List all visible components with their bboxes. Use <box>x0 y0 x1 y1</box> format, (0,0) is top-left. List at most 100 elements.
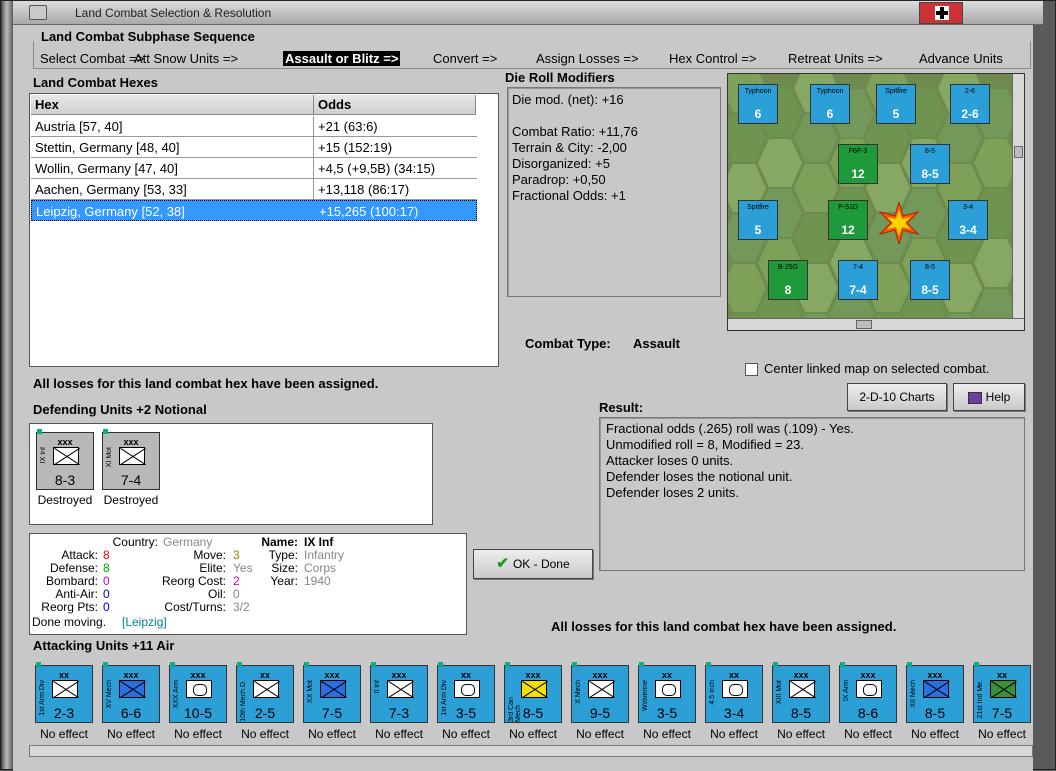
map-horizontal-scrollbar[interactable] <box>728 318 1024 330</box>
die-roll-box: Die mod. (net): +16 Combat Ratio: +11,76 T… <box>507 87 721 297</box>
unit-status-dot <box>37 429 42 434</box>
unit-size: xx <box>661 670 672 680</box>
map-hex[interactable] <box>758 139 802 187</box>
system-menu-button[interactable] <box>29 5 47 20</box>
map-unit-counter[interactable]: 8-5 8-5 <box>910 260 950 300</box>
attacking-scrollbar[interactable] <box>29 745 1033 757</box>
unit-type-symbol-icon <box>387 680 413 698</box>
hex-name-cell: Aachen, Germany [53, 33] <box>35 182 187 197</box>
help-button-label: Help <box>985 390 1011 404</box>
ok-done-label: OK - Done <box>512 557 570 571</box>
unit-status: No effect <box>911 727 959 741</box>
column-header-hex[interactable]: Hex <box>31 95 314 115</box>
unit-counter[interactable]: xx Wolverine 3-5 <box>638 662 696 723</box>
linked-map[interactable]: 6 Typhoon 6 Typhoon 5 Spitfire 2-6 2-6 12 F6F-3 8-… <box>727 73 1025 331</box>
unit-side-name: IX Inf <box>40 447 47 464</box>
map-horizontal-thumb[interactable] <box>856 320 872 329</box>
map-vertical-thumb[interactable] <box>1014 146 1023 158</box>
center-map-label: Center linked map on selected combat. <box>764 361 990 376</box>
unit-strength: 2-5 <box>254 705 276 721</box>
unit-counter[interactable]: xxx XX Mot 7-5 <box>303 662 361 723</box>
unit-strength: 9-5 <box>589 705 611 721</box>
map-unit-value: 8-5 <box>921 167 939 181</box>
unit-status-dot <box>572 662 577 667</box>
unit-counter[interactable]: xx 1st Arm Div 2-3 <box>35 662 93 723</box>
unit-size: xxx <box>860 670 876 680</box>
map-unit-counter[interactable]: 6 Typhoon <box>810 84 850 124</box>
map-unit-counter[interactable]: 6 Typhoon <box>738 84 778 124</box>
map-unit-counter[interactable]: 12 F6F-3 <box>838 144 878 184</box>
unit-strength: 8-5 <box>522 705 544 721</box>
unit-counter[interactable]: xx 4.5 inch 3-4 <box>705 662 763 723</box>
country-label: Country: <box>112 535 158 549</box>
hex-row[interactable]: Wollin, Germany [47, 40] +4,5 (+9,5B) (34… <box>31 158 477 179</box>
center-map-checkbox[interactable] <box>745 363 758 376</box>
map-unit-counter[interactable]: 7-4 7-4 <box>838 260 878 300</box>
subphase-step: Att Snow Units => <box>134 51 239 66</box>
done-label: Done moving. <box>32 615 107 629</box>
unit-type-symbol-icon <box>521 680 547 698</box>
map-unit-counter[interactable]: 8 B-25G <box>768 260 808 300</box>
unit-counter[interactable]: xxx X Mech 9-5 <box>571 662 629 723</box>
unit-counter[interactable]: xx 21st Ind Me. 7-5 <box>973 662 1031 723</box>
hex-row[interactable]: Leipzig, Germany [52, 38] +15,265 (100:17… <box>31 200 477 221</box>
unit-counter[interactable]: xx 1st Arm Div 3-5 <box>437 662 495 723</box>
hex-row[interactable]: Stettin, Germany [48, 40] +15 (152:19) <box>31 137 477 158</box>
unit-status-dot <box>639 662 644 667</box>
unit-type-symbol-icon <box>588 680 614 698</box>
hex-row[interactable]: Austria [57, 40] +21 (63:6) <box>31 116 477 137</box>
unit-counter[interactable]: xxx 3rd Can Mech 8-5 <box>504 662 562 723</box>
die-roll-line: Fractional Odds: +1 <box>512 188 626 203</box>
unit-side-name: XII Mech <box>910 680 917 708</box>
map-unit-counter[interactable]: 8-5 8-5 <box>910 144 950 184</box>
map-unit-counter[interactable]: 5 Spitfire <box>876 84 916 124</box>
map-unit-label: 2-6 <box>964 88 976 95</box>
unit-counter[interactable]: xxx XV Mech 6-6 <box>102 662 160 723</box>
checkmark-icon: ✔ <box>496 555 509 572</box>
unit-counter[interactable]: xx 10th Mech D. 2-5 <box>236 662 294 723</box>
unit-type-symbol-icon <box>53 447 79 465</box>
map-unit-label: 8-5 <box>924 264 936 271</box>
unit-status-dot <box>773 662 778 667</box>
result-box: Fractional odds (.265) roll was (.109) -… <box>599 417 1025 571</box>
unit-side-name: XX Mot <box>307 680 314 703</box>
unit-counter[interactable]: xxx XIII Mot 8-5 <box>772 662 830 723</box>
ok-done-button[interactable]: ✔ OK - Done <box>473 549 593 579</box>
die-roll-line: Combat Ratio: +11,76 <box>512 124 638 139</box>
result-title: Result: <box>599 400 644 415</box>
unit-counter[interactable]: xxx II Inf 7-3 <box>370 662 428 723</box>
unit-counter[interactable]: xxx IX Inf 8-3 <box>36 429 94 490</box>
map-unit-counter[interactable]: 12 P-51D <box>828 200 868 240</box>
window-title: Land Combat Selection & Resolution <box>75 6 272 20</box>
map-hex[interactable] <box>728 264 766 312</box>
unit-counter[interactable]: xxx XI Mot 7-4 <box>102 429 160 490</box>
result-line: Defender loses 2 units. <box>606 485 739 500</box>
map-vertical-scrollbar[interactable] <box>1012 74 1024 320</box>
map-unit-counter[interactable]: 3-4 3-4 <box>948 200 988 240</box>
map-unit-label: 7-4 <box>852 264 864 271</box>
map-unit-label: F6F-3 <box>848 148 868 155</box>
defending-units-box: xxx IX Inf 8-3 Destroyed xxx XI Mot 7-4 Destroy… <box>29 423 433 525</box>
unit-counter[interactable]: xxx XII Mech 8-5 <box>906 662 964 723</box>
unit-status: No effect <box>710 727 758 741</box>
unit-strength: 8-5 <box>790 705 812 721</box>
map-unit-counter[interactable]: 2-6 2-6 <box>950 84 990 124</box>
result-lines: Fractional odds (.265) roll was (.109) -… <box>606 421 1018 501</box>
hex-row[interactable]: Aachen, Germany [53, 33] +13,118 (86:17) <box>31 179 477 200</box>
year-value: 1940 <box>304 574 331 588</box>
charts-button[interactable]: 2-D-10 Charts <box>847 383 947 411</box>
unit-counter[interactable]: xxx XXX Arm 10-5 <box>169 662 227 723</box>
subphase-step: Convert => <box>433 51 498 66</box>
help-button[interactable]: Help <box>953 383 1025 411</box>
unit-status: Destroyed <box>37 493 93 507</box>
unit-counter[interactable]: xxx IX Arm 8-6 <box>839 662 897 723</box>
unit-size: xxx <box>391 670 407 680</box>
map-unit-counter[interactable]: 5 Spitfire <box>738 200 778 240</box>
unit-strength: 3-4 <box>723 705 745 721</box>
map-unit-label: B-25G <box>777 264 799 271</box>
hex-name-cell: Austria [57, 40] <box>35 119 123 134</box>
unit-status: No effect <box>576 727 624 741</box>
unit-size: xxx <box>57 437 73 447</box>
column-header-odds[interactable]: Odds <box>314 95 476 115</box>
unit-status-dot <box>237 662 242 667</box>
